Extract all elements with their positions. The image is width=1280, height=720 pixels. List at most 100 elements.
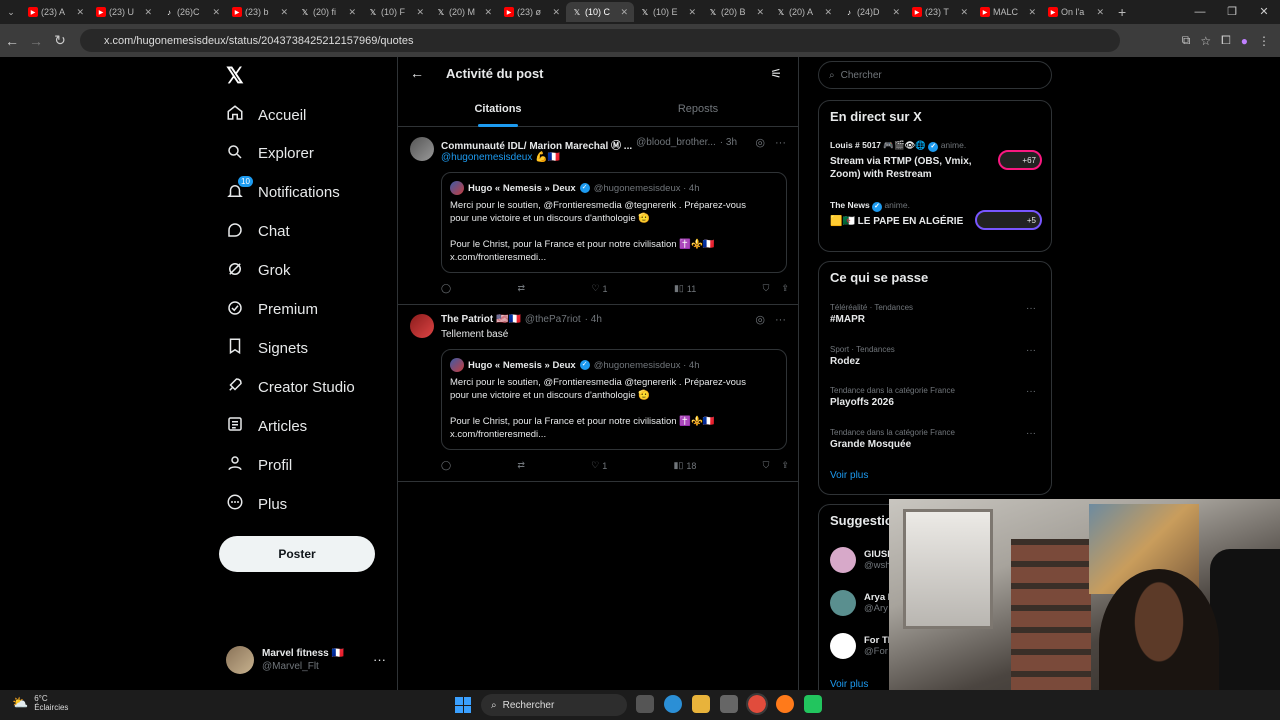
account-switcher[interactable]: Marvel fitness 🇫🇷 @Marvel_Flt ··· — [226, 642, 386, 678]
browser-tab[interactable]: ▶ (23) ø ✕ — [498, 2, 566, 22]
forward-icon[interactable]: → — [24, 33, 48, 49]
x-logo-icon[interactable]: 𝕏 — [226, 63, 244, 89]
mention-link[interactable]: @hugonemesisdeux — [441, 152, 532, 163]
close-tab-icon[interactable]: ✕ — [144, 7, 152, 18]
grok-icon[interactable]: ◎ — [755, 137, 765, 149]
browser-tab[interactable]: ▶ (23) A ✕ — [22, 2, 90, 22]
close-tab-icon[interactable]: ✕ — [76, 7, 84, 18]
tweet-author[interactable]: Communauté IDL/ Marion Marechal Ⓜ ... — [441, 137, 632, 152]
trend-item[interactable]: Téléréalité · Tendances #MAPR ··· — [830, 303, 1042, 325]
more-icon[interactable]: ··· — [1026, 386, 1036, 397]
back-icon[interactable]: ← — [0, 33, 24, 49]
trend-item[interactable]: Tendance dans la catégorie France Grande… — [830, 428, 1042, 450]
avatar[interactable] — [410, 314, 434, 338]
browser-tab[interactable]: 𝕏 (10) C ✕ — [566, 2, 634, 22]
see-more-link[interactable]: Voir plus — [830, 679, 868, 690]
browser-tab[interactable]: ▶ (23) T ✕ — [906, 2, 974, 22]
close-tab-icon[interactable]: ✕ — [960, 7, 968, 18]
repost-icon[interactable]: ⇄ — [518, 283, 526, 294]
tab-reposts[interactable]: Reposts — [598, 97, 798, 127]
close-tab-icon[interactable]: ✕ — [212, 7, 220, 18]
nav-item-premium[interactable]: Premium — [226, 295, 318, 325]
tweet[interactable]: The Patriot 🇺🇸🇫🇷 @thePa7riot · 4h ◎ ··· T… — [398, 305, 798, 482]
more-icon[interactable]: ··· — [1026, 303, 1036, 314]
nav-item-chat[interactable]: Chat — [226, 217, 290, 247]
browser-tab[interactable]: 𝕏 (20) B ✕ — [702, 2, 770, 22]
close-tab-icon[interactable]: ✕ — [1096, 7, 1104, 18]
task-view-icon[interactable] — [636, 695, 654, 713]
browser-tab[interactable]: ▶ (23) b ✕ — [226, 2, 294, 22]
more-icon[interactable]: ··· — [1026, 345, 1036, 356]
close-tab-icon[interactable]: ✕ — [348, 7, 356, 18]
browser-tab[interactable]: ▶ (23) U ✕ — [90, 2, 158, 22]
more-icon[interactable]: ··· — [1026, 428, 1036, 439]
chrome-icon[interactable] — [746, 693, 768, 715]
reply-icon[interactable]: ◯ — [441, 283, 451, 294]
post-button[interactable]: Poster — [219, 536, 375, 572]
nav-item-accueil[interactable]: Accueil — [226, 100, 306, 130]
live-item[interactable]: The News ✓ anime. 🟨🇩🇿 LE PAPE EN ALGÉRIE… — [830, 200, 1042, 230]
menu-icon[interactable]: ⋮ — [1258, 34, 1270, 48]
bookmark-icon[interactable]: ⛉ — [763, 283, 770, 294]
close-icon[interactable]: ✕ — [1248, 0, 1280, 24]
tweet-handle[interactable]: @blood_brother... — [636, 137, 716, 152]
views-button[interactable]: ▮▯ 11 — [674, 283, 696, 294]
nav-item-explorer[interactable]: Explorer — [226, 139, 314, 169]
share-icon[interactable]: ⇪ — [781, 460, 789, 471]
tweet-time[interactable]: · 4h — [585, 314, 602, 325]
trend-item[interactable]: Tendance dans la catégorie France Playof… — [830, 386, 1042, 408]
maximize-icon[interactable]: ❐ — [1216, 0, 1248, 24]
close-tab-icon[interactable]: ✕ — [484, 7, 492, 18]
star-icon[interactable]: ☆ — [1200, 34, 1211, 48]
quote-link[interactable]: x.com/frontieresmedi... — [450, 251, 778, 264]
close-tab-icon[interactable]: ✕ — [824, 7, 832, 18]
new-tab-icon[interactable]: + — [1118, 4, 1126, 20]
firefox-icon[interactable] — [776, 695, 794, 713]
profile-icon[interactable]: ● — [1241, 34, 1248, 48]
grok-icon[interactable]: ◎ — [755, 314, 765, 326]
bookmark-icon[interactable]: ⛉ — [763, 460, 770, 471]
close-tab-icon[interactable]: ✕ — [280, 7, 288, 18]
close-tab-icon[interactable]: ✕ — [892, 7, 900, 18]
browser-tab[interactable]: 𝕏 (10) E ✕ — [634, 2, 702, 22]
tab-citations[interactable]: Citations — [398, 97, 598, 127]
close-tab-icon[interactable]: ✕ — [1028, 7, 1036, 18]
store-icon[interactable] — [720, 695, 738, 713]
tweet-author[interactable]: The Patriot 🇺🇸🇫🇷 — [441, 314, 521, 325]
extensions-icon[interactable]: ⧠ — [1221, 33, 1231, 48]
close-tab-icon[interactable]: ✕ — [620, 7, 628, 18]
browser-tab[interactable]: 𝕏 (20) M ✕ — [430, 2, 498, 22]
tweet-handle[interactable]: @thePa7riot — [525, 314, 581, 325]
trend-item[interactable]: Sport · Tendances Rodez ··· — [830, 345, 1042, 367]
reload-icon[interactable]: ↻ — [48, 32, 72, 49]
browser-tab[interactable]: ♪ (24)D ✕ — [838, 2, 906, 22]
filter-icon[interactable]: ⚟ — [770, 66, 782, 82]
weather-widget[interactable]: ⛅ 6°C Éclaircies — [12, 694, 68, 712]
url-field[interactable]: x.com/hugonemesisdeux/status/20437384252… — [80, 29, 1120, 52]
nav-item-signets[interactable]: Signets — [226, 333, 308, 363]
back-arrow-icon[interactable]: ← — [410, 65, 424, 81]
more-icon[interactable]: ◎ ··· — [755, 313, 786, 326]
browser-tab[interactable]: 𝕏 (10) F ✕ — [362, 2, 430, 22]
browser-tab[interactable]: 𝕏 (20) A ✕ — [770, 2, 838, 22]
close-tab-icon[interactable]: ✕ — [756, 7, 764, 18]
nav-item-articles[interactable]: Articles — [226, 411, 307, 441]
edge-icon[interactable] — [664, 695, 682, 713]
browser-tab[interactable]: ▶ On l'a ✕ — [1042, 2, 1110, 22]
app-icon[interactable] — [804, 695, 822, 713]
browser-tab[interactable]: 𝕏 (20) fi ✕ — [294, 2, 362, 22]
close-tab-icon[interactable]: ✕ — [552, 7, 560, 18]
quoted-tweet[interactable]: Hugo « Nemesis » Deux ✓ @hugonemesisdeux… — [441, 349, 787, 450]
nav-item-grok[interactable]: Grok — [226, 256, 291, 286]
close-tab-icon[interactable]: ✕ — [688, 7, 696, 18]
suggestion-item[interactable]: Arya I @Ary — [830, 590, 890, 616]
share-icon[interactable]: ⇪ — [781, 283, 789, 294]
quoted-tweet[interactable]: Hugo « Nemesis » Deux ✓ @hugonemesisdeux… — [441, 172, 787, 273]
browser-tab[interactable]: ▶ MALC ✕ — [974, 2, 1042, 22]
nav-item-notifications[interactable]: 10 Notifications — [226, 175, 340, 208]
avatar[interactable] — [410, 137, 434, 161]
more-icon[interactable]: ◎ ··· — [755, 136, 786, 149]
like-button[interactable]: ♡ 1 — [591, 460, 607, 471]
browser-tab[interactable]: ♪ (26)C ✕ — [158, 2, 226, 22]
nav-item-plus[interactable]: Plus — [226, 489, 287, 519]
